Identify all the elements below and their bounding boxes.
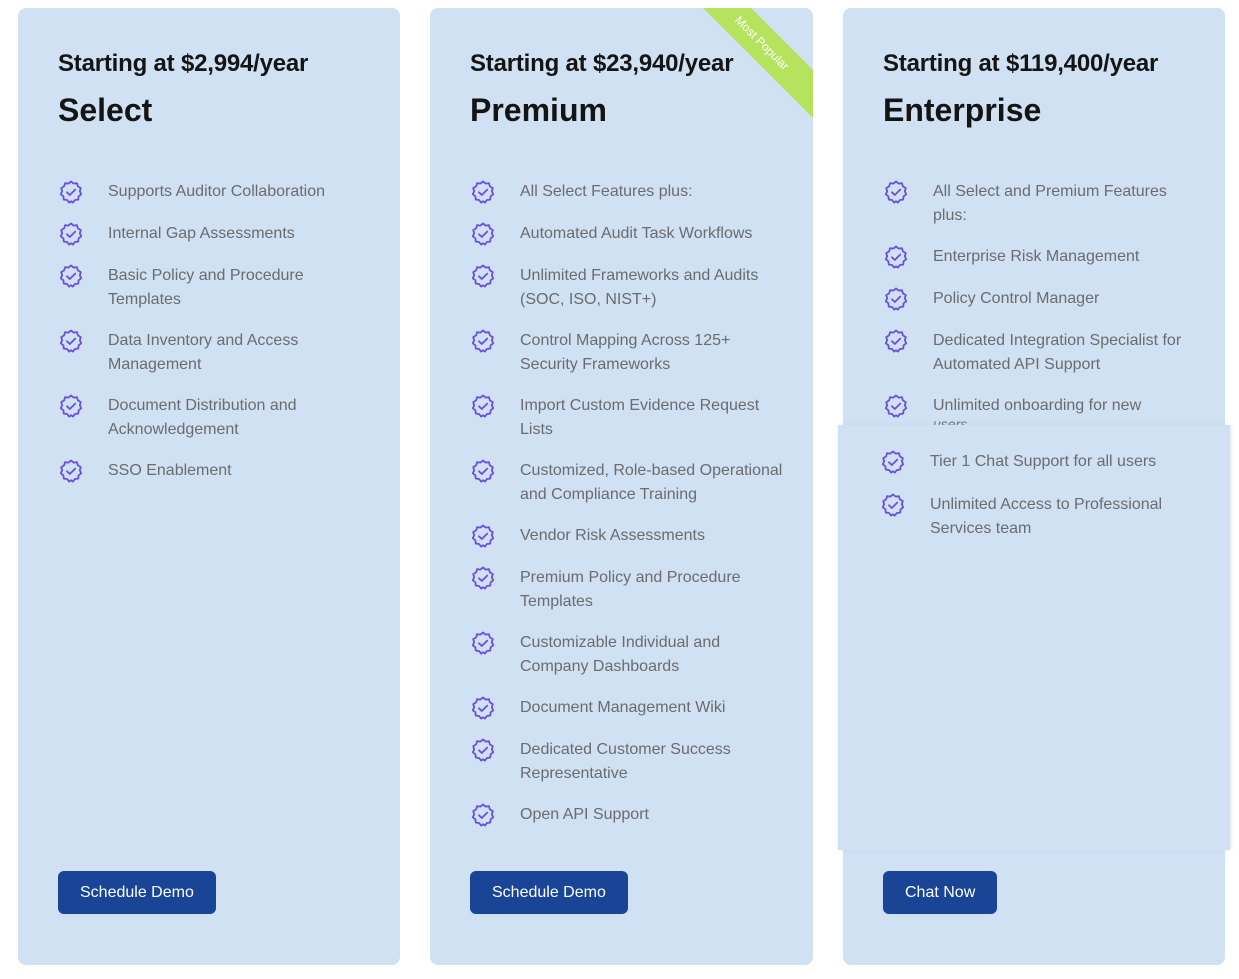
badge-check-icon — [58, 263, 84, 289]
badge-check-icon — [470, 179, 496, 205]
feature-item: Supports Auditor Collaboration — [58, 180, 370, 205]
badge-check-icon — [883, 328, 909, 354]
badge-check-icon — [883, 286, 909, 312]
feature-text: Policy Control Manager — [933, 290, 1100, 307]
feature-item: Unlimited Access to Professional Service… — [880, 493, 1200, 541]
feature-item: Data Inventory and Access Management — [58, 329, 370, 377]
feature-text: Open API Support — [520, 806, 649, 823]
feature-text: Automated Audit Task Workflows — [520, 225, 753, 242]
enterprise-feature-overlay: Tier 1 Chat Support for all users Unlimi… — [838, 425, 1230, 850]
feature-item: Vendor Risk Assessments — [470, 524, 783, 549]
badge-check-icon — [58, 458, 84, 484]
badge-check-icon — [470, 221, 496, 247]
feature-text: Document Distribution and Acknowledgemen… — [108, 397, 297, 438]
feature-text: Data Inventory and Access Management — [108, 332, 299, 373]
feature-item: Internal Gap Assessments — [58, 222, 370, 247]
schedule-demo-button[interactable]: Schedule Demo — [470, 871, 628, 914]
badge-check-icon — [470, 630, 496, 656]
feature-item: Customized, Role-based Operational and C… — [470, 459, 783, 507]
feature-text-fragment: users — [933, 416, 968, 425]
chat-now-button[interactable]: Chat Now — [883, 871, 998, 914]
feature-list: Tier 1 Chat Support for all users Unlimi… — [880, 450, 1200, 559]
feature-text: Premium Policy and Procedure Templates — [520, 569, 741, 610]
plan-card-premium: Most Popular Starting at $23,940/year Pr… — [430, 8, 813, 965]
badge-check-icon — [883, 179, 909, 205]
badge-check-icon — [58, 179, 84, 205]
feature-item: Automated Audit Task Workflows — [470, 222, 783, 247]
feature-item: Control Mapping Across 125+ Security Fra… — [470, 329, 783, 377]
feature-text: Supports Auditor Collaboration — [108, 183, 326, 200]
feature-text: Dedicated Integration Specialist for Aut… — [933, 332, 1182, 373]
feature-text: Customized, Role-based Operational and C… — [520, 462, 783, 503]
feature-item: Premium Policy and Procedure Templates — [470, 566, 783, 614]
feature-text: Control Mapping Across 125+ Security Fra… — [520, 332, 731, 373]
badge-check-icon — [470, 565, 496, 591]
badge-check-icon — [58, 393, 84, 419]
badge-check-icon — [883, 244, 909, 270]
feature-text: Customizable Individual and Company Dash… — [520, 634, 721, 675]
feature-item: Dedicated Customer Success Representativ… — [470, 738, 783, 786]
feature-text: Basic Policy and Procedure Templates — [108, 267, 304, 308]
feature-text: Enterprise Risk Management — [933, 248, 1140, 265]
feature-text: Tier 1 Chat Support for all users — [930, 453, 1157, 470]
feature-text: Vendor Risk Assessments — [520, 527, 705, 544]
badge-check-icon — [470, 737, 496, 763]
plan-price: Starting at $2,994/year — [58, 50, 309, 77]
feature-item: All Select and Premium Features plus: — [883, 180, 1195, 228]
plan-price: Starting at $23,940/year — [470, 50, 734, 77]
badge-check-icon — [470, 458, 496, 484]
badge-check-icon — [883, 393, 909, 419]
badge-check-icon — [880, 449, 906, 475]
feature-list: All Select Features plus: Automated Audi… — [470, 180, 783, 845]
feature-text: Document Management Wiki — [520, 699, 726, 716]
feature-text: SSO Enablement — [108, 462, 232, 479]
feature-text: Import Custom Evidence Request Lists — [520, 397, 760, 438]
feature-list: All Select and Premium Features plus: En… — [883, 180, 1195, 436]
plan-price: Starting at $119,400/year — [883, 50, 1159, 77]
badge-check-icon — [470, 263, 496, 289]
feature-item: Enterprise Risk Management — [883, 245, 1195, 270]
feature-item: Document Management Wiki — [470, 696, 783, 721]
feature-item: Basic Policy and Procedure Templates — [58, 264, 370, 312]
badge-check-icon — [470, 695, 496, 721]
plan-name: Select — [58, 92, 153, 128]
feature-item: Document Distribution and Acknowledgemen… — [58, 394, 370, 442]
feature-item: Unlimited onboarding for new — [883, 394, 1195, 419]
feature-text: Unlimited Frameworks and Audits (SOC, IS… — [520, 267, 759, 308]
feature-text: Dedicated Customer Success Representativ… — [520, 741, 731, 782]
feature-item: Unlimited Frameworks and Audits (SOC, IS… — [470, 264, 783, 312]
badge-check-icon — [470, 802, 496, 828]
badge-check-icon — [470, 393, 496, 419]
badge-check-icon — [58, 328, 84, 354]
feature-text: All Select Features plus: — [520, 183, 693, 200]
badge-check-icon — [58, 221, 84, 247]
badge-check-icon — [470, 328, 496, 354]
plan-card-select: Starting at $2,994/year Select Supports … — [18, 8, 400, 965]
feature-item: SSO Enablement — [58, 459, 370, 484]
feature-text: Internal Gap Assessments — [108, 225, 295, 242]
plan-name: Premium — [470, 92, 607, 128]
feature-item: Dedicated Integration Specialist for Aut… — [883, 329, 1195, 377]
feature-item: Customizable Individual and Company Dash… — [470, 631, 783, 679]
plan-name: Enterprise — [883, 92, 1042, 128]
feature-item: Tier 1 Chat Support for all users — [880, 450, 1200, 475]
feature-list: Supports Auditor Collaboration Internal … — [58, 180, 370, 501]
feature-item: Open API Support — [470, 803, 783, 828]
feature-item: Import Custom Evidence Request Lists — [470, 394, 783, 442]
feature-item: All Select Features plus: — [470, 180, 783, 205]
schedule-demo-button[interactable]: Schedule Demo — [58, 871, 216, 914]
feature-item: Policy Control Manager — [883, 287, 1195, 312]
badge-check-icon — [880, 492, 906, 518]
feature-text: All Select and Premium Features plus: — [933, 183, 1167, 224]
feature-text: Unlimited Access to Professional Service… — [930, 496, 1163, 537]
badge-check-icon — [470, 523, 496, 549]
